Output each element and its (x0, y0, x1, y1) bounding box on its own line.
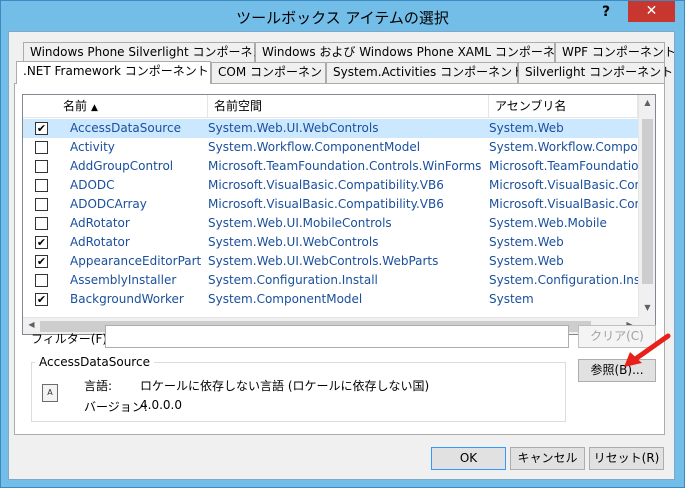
list-row[interactable]: AssemblyInstaller System.Configuration.I… (23, 271, 638, 290)
list-row[interactable]: ADODCArray Microsoft.VisualBasic.Compati… (23, 195, 638, 214)
row-namespace: System.Configuration.Install (208, 273, 378, 287)
row-checkbox[interactable] (35, 274, 48, 287)
row-name: AssemblyInstaller (70, 273, 177, 287)
list-header: 名前 ▲ 名前空間 アセンブリ名 (23, 95, 638, 118)
column-name-label: 名前 (63, 99, 88, 113)
row-name: BackgroundWorker (70, 292, 184, 306)
row-assembly: System (489, 292, 534, 306)
row-name: AdRotator (70, 216, 130, 230)
row-namespace: System.Web.UI.WebControls (208, 235, 379, 249)
row-name: AddGroupControl (70, 159, 174, 173)
row-checkbox[interactable] (35, 217, 48, 230)
component-list[interactable]: 名前 ▲ 名前空間 アセンブリ名 ✔ AccessDataSource Syste… (22, 94, 656, 335)
row-name: AppearanceEditorPart (70, 254, 202, 268)
assembly-icon: A (42, 384, 58, 402)
tab-system-activities[interactable]: System.Activities コンポーネント (326, 62, 524, 83)
column-header-namespace[interactable]: 名前空間 (208, 95, 489, 118)
tab-silverlight[interactable]: Silverlight コンポーネント (518, 62, 673, 83)
row-name: AdRotator (70, 235, 130, 249)
window-title: ツールボックス アイテムの選択 (236, 9, 449, 27)
list-row[interactable]: ✔ AppearanceEditorPart System.Web.UI.Web… (23, 252, 638, 271)
row-assembly: System.Web (489, 254, 564, 268)
vertical-scroll-thumb[interactable] (642, 119, 653, 284)
version-label: バージョン: (84, 400, 148, 414)
list-row[interactable]: ✔ AdRotator System.Web.UI.WebControls Sy… (23, 233, 638, 252)
row-name: ADODCArray (70, 197, 147, 211)
column-header-assembly[interactable]: アセンブリ名 (489, 95, 638, 118)
help-button[interactable]: ? (593, 2, 619, 22)
ok-button[interactable]: OK (431, 447, 506, 470)
row-checkbox[interactable] (35, 160, 48, 173)
row-name: ADODC (70, 178, 115, 192)
filter-label: フィルター(F): (31, 332, 112, 346)
list-row[interactable]: ADODC Microsoft.VisualBasic.Compatibilit… (23, 176, 638, 195)
tab-dotnet-framework[interactable]: .NET Framework コンポーネント (16, 61, 211, 84)
tab-windows-phone-xaml[interactable]: Windows および Windows Phone XAML コンポーネント (255, 42, 579, 63)
row-checkbox[interactable]: ✔ (35, 293, 48, 306)
scroll-left-icon[interactable]: ◀ (23, 320, 40, 329)
row-namespace: System.Web.UI.WebControls (208, 121, 379, 135)
tab-com[interactable]: COM コンポーネント (211, 62, 334, 83)
row-assembly: System.Workflow.Compo (489, 140, 638, 154)
row-assembly: Microsoft.VisualBasic.Con (489, 197, 638, 211)
list-row[interactable]: ✔ AccessDataSource System.Web.UI.WebCont… (23, 119, 638, 138)
tab-windows-phone-silverlight[interactable]: Windows Phone Silverlight コンポーネント (23, 42, 276, 63)
row-namespace: Microsoft.TeamFoundation.Controls.WinFor… (208, 159, 482, 173)
row-checkbox[interactable] (35, 179, 48, 192)
row-namespace: Microsoft.VisualBasic.Compatibility.VB6 (208, 178, 444, 192)
row-checkbox[interactable] (35, 198, 48, 211)
row-assembly: Microsoft.TeamFoundation (489, 159, 638, 173)
list-row[interactable]: Activity System.Workflow.ComponentModel … (23, 138, 638, 157)
filter-input[interactable] (105, 325, 569, 348)
version-value: 4.0.0.0 (140, 398, 182, 412)
title-bar: ツールボックス アイテムの選択 ? ✕ (1, 1, 684, 32)
row-name: Activity (70, 140, 115, 154)
row-assembly: Microsoft.VisualBasic.Con (489, 178, 638, 192)
details-group-title: AccessDataSource (35, 355, 154, 369)
row-namespace: System.ComponentModel (208, 292, 363, 306)
list-row[interactable]: AddGroupControl Microsoft.TeamFoundation… (23, 157, 638, 176)
language-value: ロケールに依存しない言語 (ロケールに依存しない国) (140, 379, 430, 393)
scroll-down-icon[interactable]: ▼ (639, 303, 655, 312)
red-arrow-annotation (624, 333, 671, 367)
language-label: 言語: (84, 379, 113, 393)
sort-ascending-icon: ▲ (91, 103, 98, 113)
row-assembly: System.Web (489, 121, 564, 135)
row-assembly: System.Configuration.Insta (489, 273, 638, 287)
reset-button[interactable]: リセット(R) (589, 447, 664, 470)
tab-wpf[interactable]: WPF コンポーネント (555, 42, 676, 63)
cancel-button[interactable]: キャンセル (510, 447, 585, 470)
row-checkbox[interactable]: ✔ (35, 236, 48, 249)
close-button[interactable]: ✕ (628, 1, 675, 22)
row-assembly: System.Web.Mobile (489, 216, 607, 230)
scroll-up-icon[interactable]: ▲ (639, 98, 655, 107)
row-namespace: System.Web.UI.MobileControls (208, 216, 392, 230)
column-header-name[interactable]: 名前 ▲ (23, 95, 208, 118)
row-namespace: Microsoft.VisualBasic.Compatibility.VB6 (208, 197, 444, 211)
row-checkbox[interactable] (35, 141, 48, 154)
list-row[interactable]: AdRotator System.Web.UI.MobileControls S… (23, 214, 638, 233)
vertical-scrollbar[interactable]: ▲ ▼ (638, 95, 655, 318)
row-checkbox[interactable]: ✔ (35, 122, 48, 135)
row-namespace: System.Workflow.ComponentModel (208, 140, 421, 154)
row-namespace: System.Web.UI.WebControls.WebParts (208, 254, 439, 268)
row-assembly: System.Web (489, 235, 564, 249)
list-row[interactable]: ✔ BackgroundWorker System.ComponentModel… (23, 290, 638, 309)
row-checkbox[interactable]: ✔ (35, 255, 48, 268)
row-name: AccessDataSource (70, 121, 181, 135)
